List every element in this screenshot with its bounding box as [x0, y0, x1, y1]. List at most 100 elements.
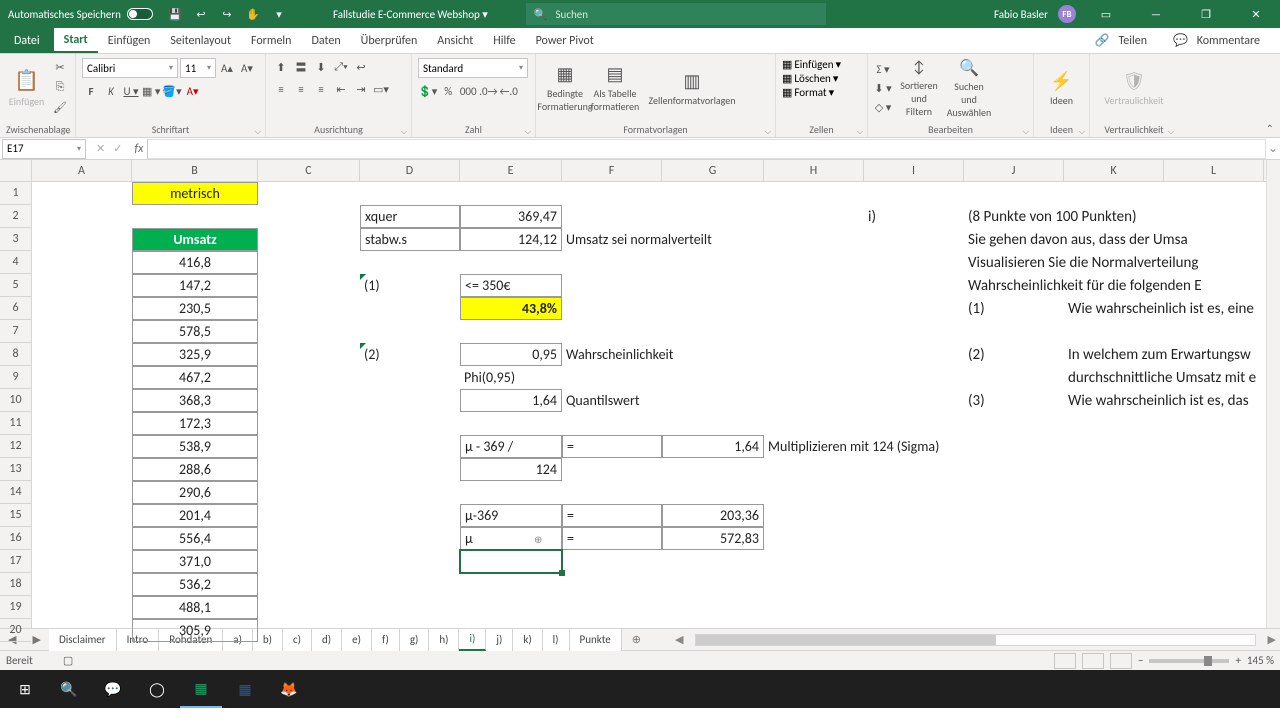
col-header[interactable]: F [562, 160, 662, 181]
save-icon[interactable]: 💾 [167, 6, 183, 22]
row-header[interactable]: 15 [0, 504, 31, 527]
dec-decimal-icon[interactable]: ←.0 [500, 82, 518, 100]
cell-E9[interactable]: Phi(0,95) [460, 366, 562, 389]
fill-color-button[interactable]: 🪣▾ [162, 82, 181, 100]
cell-E15[interactable]: µ-369 [460, 504, 562, 527]
cell-B9[interactable]: 467,2 [132, 366, 258, 389]
formula-bar[interactable] [147, 139, 1266, 159]
italic-button[interactable]: K [102, 82, 120, 100]
tab-review[interactable]: Überprüfen [351, 28, 428, 53]
col-header[interactable]: C [258, 160, 360, 181]
cell-B6[interactable]: 230,5 [132, 297, 258, 320]
cell-G15[interactable]: 203,36 [662, 504, 764, 527]
align-bottom-icon[interactable]: ⬇ [312, 58, 330, 76]
cell-E8[interactable]: 0,95 [460, 343, 562, 366]
row-header[interactable]: 17 [0, 550, 31, 573]
name-box[interactable]: E17▾ [2, 139, 86, 159]
tab-data[interactable]: Daten [301, 28, 350, 53]
col-header[interactable]: A [32, 160, 132, 181]
cell-E10[interactable]: 1,64 [460, 389, 562, 412]
cell-B7[interactable]: 578,5 [132, 320, 258, 343]
fx-icon[interactable]: fx [130, 142, 147, 156]
insert-cells-button[interactable]: ▦ Einfügen ▾ [782, 58, 841, 71]
sheet-tab[interactable]: i) [459, 629, 486, 651]
tab-insert[interactable]: Einfügen [98, 28, 161, 53]
col-header[interactable]: D [360, 160, 460, 181]
format-as-table-button[interactable]: ▤Als Tabelle formatieren [592, 58, 638, 118]
indent-inc-icon[interactable]: ⇥ [352, 80, 370, 98]
tab-view[interactable]: Ansicht [427, 28, 483, 53]
col-header[interactable]: I [864, 160, 964, 181]
align-center-icon[interactable]: ≡ [292, 80, 310, 98]
sheet-tab[interactable]: h) [429, 629, 459, 651]
undo-icon[interactable]: ↩ [193, 6, 209, 22]
row-header[interactable]: 16 [0, 527, 31, 550]
row-header[interactable]: 5 [0, 274, 31, 297]
zoom-value[interactable]: 145 % [1247, 654, 1274, 667]
user-name[interactable]: Fabio Basler [994, 8, 1048, 21]
cell-B16[interactable]: 556,4 [132, 527, 258, 550]
cell-B8[interactable]: 325,9 [132, 343, 258, 366]
copy-icon[interactable]: ⎘ [51, 78, 69, 96]
cancel-formula-icon[interactable]: ✕ [96, 142, 105, 155]
underline-button[interactable]: U ▾ [122, 82, 140, 100]
find-select-button[interactable]: 🔍Suchen und Auswählen [946, 58, 992, 118]
font-size-combo[interactable]: 11▾ [180, 58, 216, 78]
wrap-text-icon[interactable]: ↩ [352, 58, 370, 76]
enter-formula-icon[interactable]: ✓ [113, 142, 122, 155]
cell-styles-button[interactable]: ▥Zellenformatvorlagen [642, 58, 742, 118]
row-header[interactable]: 9 [0, 366, 31, 389]
cell-E5[interactable]: <= 350€ [460, 274, 562, 297]
align-middle-icon[interactable]: 〓 [292, 58, 310, 76]
ideas-button[interactable]: ⚡Ideen [1040, 58, 1083, 118]
bold-button[interactable]: F [82, 82, 100, 100]
cell-B13[interactable]: 288,6 [132, 458, 258, 481]
ribbon-mode-icon[interactable]: ▭ [1086, 0, 1126, 28]
taskbar-excel-icon[interactable]: ▦ [180, 670, 222, 708]
taskbar-app1-icon[interactable]: 💬 [92, 670, 134, 708]
horizontal-scrollbar[interactable] [695, 634, 1255, 646]
sheet-tab[interactable]: Disclaimer [49, 629, 117, 651]
view-break-icon[interactable] [1110, 653, 1132, 669]
sort-filter-button[interactable]: ↕Sortieren und Filtern [896, 58, 942, 118]
col-header[interactable]: B [132, 160, 258, 181]
row-header[interactable]: 8 [0, 343, 31, 366]
sheet-tab[interactable]: f) [372, 629, 400, 651]
col-header[interactable]: H [764, 160, 864, 181]
cell-D2[interactable]: xquer [360, 205, 460, 228]
cell-D3[interactable]: stabw.s [360, 228, 460, 251]
cell-F16[interactable]: = [562, 527, 662, 550]
record-macro-icon[interactable]: ▢ [63, 654, 73, 667]
cell-F15[interactable]: = [562, 504, 662, 527]
format-cells-button[interactable]: ▦ Format ▾ [782, 86, 834, 99]
cell-B15[interactable]: 201,4 [132, 504, 258, 527]
expand-formula-icon[interactable]: ⌄ [1266, 141, 1280, 156]
col-header[interactable]: E [460, 160, 562, 181]
cell-B10[interactable]: 368,3 [132, 389, 258, 412]
chevron-down-icon[interactable]: ▾ [271, 6, 287, 22]
inc-decimal-icon[interactable]: .0→ [479, 82, 497, 100]
cell-E3[interactable]: 124,12 [460, 228, 562, 251]
cell-B3[interactable]: Umsatz [132, 228, 258, 251]
sheet-tab[interactable]: e) [342, 629, 372, 651]
sheet-tab[interactable]: g) [400, 629, 430, 651]
increase-font-icon[interactable]: A▴ [218, 59, 236, 77]
autosave-toggle[interactable] [127, 8, 153, 20]
cell-F8[interactable]: Wahrscheinlichkeit [562, 343, 762, 366]
merge-icon[interactable]: ▭▾ [372, 80, 390, 98]
cell-D5[interactable]: (1) [360, 274, 460, 297]
taskbar-firefox-icon[interactable]: 🦊 [268, 670, 310, 708]
cell-B11[interactable]: 172,3 [132, 412, 258, 435]
cell-E12[interactable]: µ - 369 / [460, 435, 562, 458]
tab-formulas[interactable]: Formeln [241, 28, 301, 53]
indent-dec-icon[interactable]: ⇤ [332, 80, 350, 98]
redo-icon[interactable]: ↪ [219, 6, 235, 22]
view-normal-icon[interactable] [1054, 653, 1076, 669]
cell-G16[interactable]: 572,83 [662, 527, 764, 550]
cell-B14[interactable]: 290,6 [132, 481, 258, 504]
paste-button[interactable]: 📋 Einfügen [6, 58, 47, 118]
col-header[interactable]: L [1164, 160, 1264, 181]
currency-icon[interactable]: 💲▾ [418, 82, 437, 100]
cell-G12[interactable]: 1,64 [662, 435, 764, 458]
select-all-corner[interactable] [0, 160, 32, 182]
